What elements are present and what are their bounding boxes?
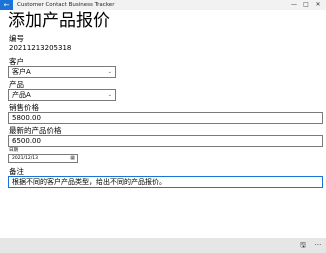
latest-price-field[interactable]: 6500.00 [8,135,323,147]
calendar-icon: ▦ [70,155,75,161]
product-label: 产品 [9,80,24,89]
remark-field[interactable]: 根据不同的客户产品类型，给出不同的产品报价。 [8,176,323,188]
date-value: 2021/12/13 [12,156,38,161]
more-icon[interactable]: ··· [313,241,323,250]
number-field[interactable]: 20211213205318 [8,43,323,55]
page-title: 添加产品报价 [8,11,110,31]
title-bar: ← Customer Contact Business Tracker — □ … [0,0,326,10]
window-controls: — □ ✕ [288,0,324,10]
chevron-down-icon: ⌄ [107,69,112,75]
chevron-down-icon: ⌄ [107,92,112,98]
maximize-button[interactable]: □ [300,0,312,10]
customer-select-value: 客户A [12,68,31,76]
app-title: Customer Contact Business Tracker [17,2,115,8]
back-button[interactable]: ← [0,0,13,10]
product-select-value: 产品A [12,91,31,99]
customer-select[interactable]: 客户A ⌄ [8,66,116,78]
latest-price-label: 最新的产品价格 [9,126,62,135]
minimize-button[interactable]: — [288,0,300,10]
number-label: 编号 [9,34,24,43]
remark-label: 备注 [9,167,24,176]
customer-label: 客户 [9,57,24,66]
save-icon[interactable]: 🖫 [298,241,308,250]
product-select[interactable]: 产品A ⌄ [8,89,116,101]
close-button[interactable]: ✕ [312,0,324,10]
date-picker[interactable]: 2021/12/13 ▦ [8,154,78,163]
sale-price-field[interactable]: 5800.00 [8,112,323,124]
command-bar: 🖫 ··· [0,238,326,253]
sale-price-label: 销售价格 [9,103,39,112]
